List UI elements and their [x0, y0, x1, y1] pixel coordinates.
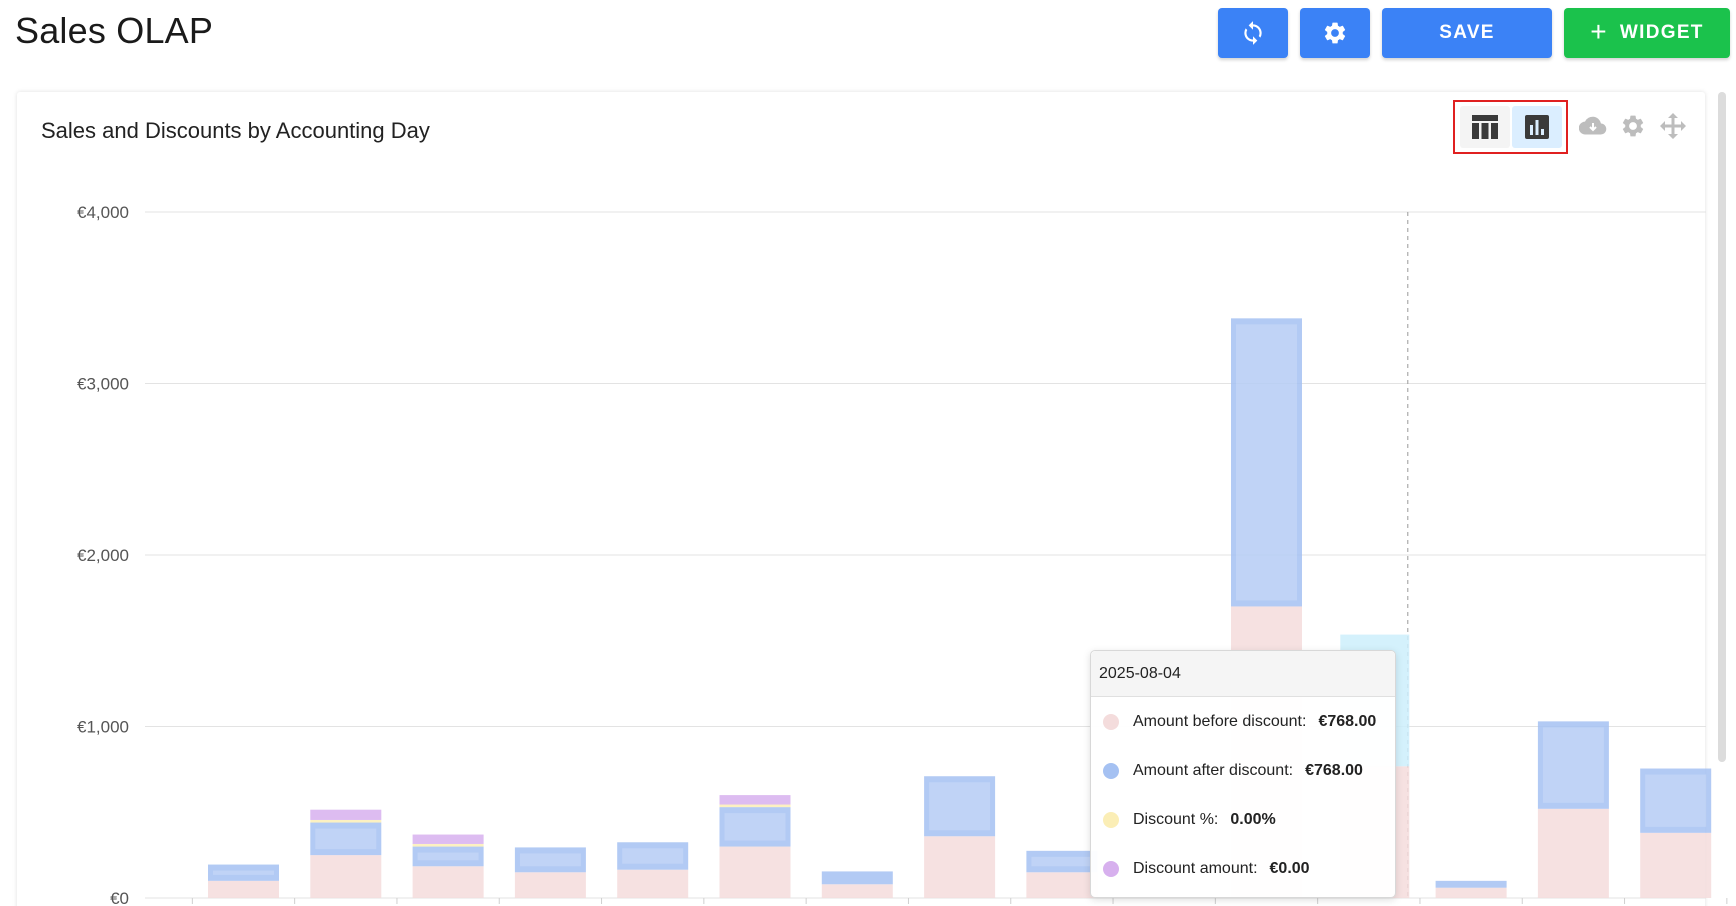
bar-segment — [719, 804, 791, 808]
tooltip-series-dot — [1103, 811, 1119, 828]
bar-segment — [1640, 832, 1712, 898]
bar-segment — [821, 871, 893, 885]
bar-segment-inner — [1236, 324, 1297, 601]
y-tick-label: €4,000 — [77, 203, 129, 222]
bar-segment-inner — [417, 852, 479, 861]
tooltip-value: €768.00 — [1318, 712, 1377, 730]
bar-segment — [1435, 880, 1507, 888]
tooltip-label: Amount before discount: — [1133, 712, 1307, 730]
tooltip-label: Discount %: — [1133, 810, 1219, 828]
bar-segment-inner — [1542, 727, 1604, 803]
tooltip-row: Discount %: 0.00% — [1091, 795, 1395, 844]
bar-segment — [1026, 872, 1098, 898]
bar-segment — [1537, 808, 1609, 898]
bar-segment — [821, 884, 893, 898]
bar-segment-inner — [1031, 856, 1093, 867]
bar-segment — [208, 880, 279, 898]
bar-segment — [310, 819, 382, 823]
tooltip-value: 0.00% — [1230, 810, 1276, 828]
bar-segment — [617, 869, 689, 898]
tooltip-series-dot — [1103, 713, 1119, 730]
bar-segment-inner — [213, 870, 274, 875]
bar-segment-inner — [1645, 774, 1707, 827]
bar-segment-inner — [724, 813, 786, 841]
tooltip-date: 2025-08-04 — [1091, 651, 1395, 697]
tooltip-series-dot — [1103, 860, 1119, 877]
tooltip-label: Discount amount: — [1133, 859, 1258, 877]
bar-segment-inner — [519, 853, 581, 867]
bar-segment — [412, 834, 484, 844]
tooltip-row: Amount before discount: €768.00 — [1091, 697, 1395, 746]
bar-chart: €0 €1,000 €2,000 €3,000 €4,000 — [77, 203, 1728, 906]
bar-segment — [1435, 887, 1507, 898]
y-tick-label: €3,000 — [77, 375, 129, 394]
bar-segment-inner — [929, 782, 991, 831]
bar-segment — [719, 846, 791, 898]
tooltip-value: €0.00 — [1269, 859, 1310, 877]
bar-segment-inner — [315, 828, 377, 850]
y-tick-label: €2,000 — [77, 546, 129, 565]
bar-segment — [719, 795, 791, 805]
y-tick-label: €0 — [110, 889, 129, 906]
bar-segment — [310, 809, 382, 820]
bar-segment — [310, 855, 382, 898]
tooltip-label: Amount after discount: — [1133, 761, 1294, 779]
tooltip-row: Amount after discount: €768.00 — [1091, 746, 1395, 795]
chart-tooltip: 2025-08-04 Amount before discount: €768.… — [1090, 650, 1396, 898]
bar-segment — [924, 836, 996, 898]
tooltip-row: Discount amount: €0.00 — [1091, 844, 1395, 893]
tooltip-value: €768.00 — [1305, 761, 1363, 779]
bar-segment — [412, 866, 484, 898]
bar-segment — [412, 843, 484, 847]
bar-segment — [514, 872, 586, 898]
y-tick-label: €1,000 — [77, 718, 129, 737]
tooltip-series-dot — [1103, 762, 1119, 779]
bar-segment-inner — [622, 848, 684, 864]
